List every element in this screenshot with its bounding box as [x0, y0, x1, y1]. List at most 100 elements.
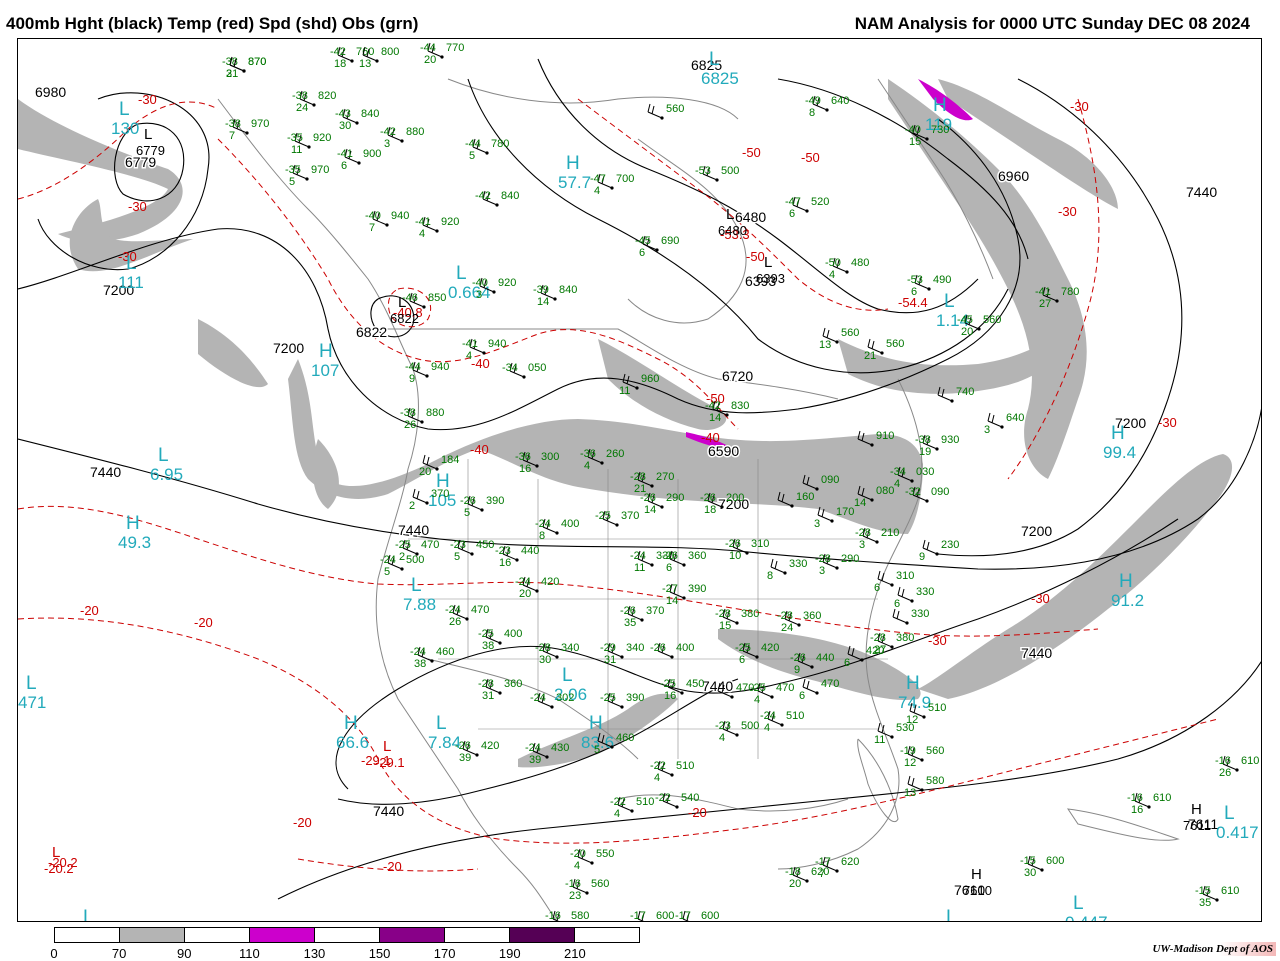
station-plot: -22 510 4 [610, 796, 654, 820]
station-dewpoint-depression: 8 [767, 570, 773, 582]
station-plot: -35 920 11 [287, 132, 331, 156]
station-plot: -24 510 4 [760, 710, 804, 734]
station-dewpoint-depression: 9 [919, 551, 925, 563]
station-temperature: -24 [535, 518, 551, 530]
center-letter: L [946, 907, 957, 922]
center-letter: L [944, 291, 955, 312]
station-height: 290 [841, 553, 859, 565]
station-plot: -44 940 9 [405, 361, 449, 385]
station-plot: -47 700 4 [590, 173, 634, 197]
station-temperature: -16 [1127, 792, 1143, 804]
map-canvas[interactable]: 6980677972007200682274407440648063936720… [18, 39, 1262, 922]
center-value: 107 [311, 361, 339, 380]
center-value: 471 [18, 693, 46, 712]
station-height: 310 [751, 538, 769, 550]
temperature-label: -30 [128, 199, 147, 214]
station-height: 440 [816, 652, 834, 664]
station-height: 080 [876, 485, 894, 497]
station-dewpoint-depression: 6 [739, 654, 745, 666]
station-plot: -24 400 8 [535, 518, 579, 542]
station-dewpoint-depression: 6 [341, 160, 347, 172]
station-temperature: -28 [870, 632, 886, 644]
station-height: 920 [441, 216, 459, 228]
station-plot: -15 600 30 [1020, 855, 1064, 879]
station-height: 930 [941, 434, 959, 446]
station-temperature: -26 [790, 652, 806, 664]
station-plot: -41 900 6 [337, 148, 381, 172]
low-center: L6779 [136, 126, 165, 158]
station-height: 360 [504, 678, 522, 690]
station-temperature: -40 [472, 277, 488, 289]
station-dewpoint-depression: 20 [419, 466, 431, 478]
station-dewpoint-depression: 8 [809, 107, 815, 119]
station-dewpoint-depression: 9 [794, 664, 800, 676]
station-height: 600 [701, 910, 719, 922]
height-label: 7440 [373, 803, 404, 819]
station-dewpoint-depression: 3 [819, 565, 825, 577]
center-value: 6393 [756, 271, 785, 286]
station-height: 550 [596, 848, 614, 860]
height-label: 7440 [1021, 645, 1052, 661]
temperature-label: -40 [470, 442, 489, 457]
temperature-label: -40 [471, 356, 490, 371]
height-label: 7440 [90, 464, 121, 480]
colorbar-segment [250, 928, 315, 942]
station-height: 370 [646, 605, 664, 617]
station-temperature: -38 [292, 90, 308, 102]
station-temperature: -43 [335, 108, 351, 120]
station-plot: -44 780 5 [465, 138, 509, 162]
height-contour-7680 [277, 661, 1261, 900]
station-temperature: -25 [660, 678, 676, 690]
center-letter: L [1073, 893, 1084, 914]
colorbar-segment [185, 928, 250, 942]
station-dewpoint-depression: 9 [409, 373, 415, 385]
station-height: 870 [248, 56, 266, 68]
station-height: 560 [983, 314, 1001, 326]
station-temperature: -26 [460, 495, 476, 507]
station-height: 170 [836, 506, 854, 518]
center-letter: H [319, 341, 333, 362]
station-plot: -16 610 26 [1215, 755, 1259, 779]
station-temperature: -24 [445, 604, 461, 616]
station-temperature: -23 [495, 545, 511, 557]
station-height: 460 [616, 732, 634, 744]
station-plot: 530 11 [874, 722, 914, 746]
center-letter: L [764, 254, 772, 271]
station-temperature: -23 [715, 720, 731, 732]
station-temperature: -24 [410, 646, 426, 658]
weather-map[interactable]: 6980 6779 7200 7200 6822 7440 7440 6480 6393 6720… [17, 38, 1262, 922]
station-temperature: -26 [662, 550, 678, 562]
station-plot: 640 3 [984, 412, 1024, 436]
station-temperature: -32 [905, 486, 921, 498]
station-temperature: -22 [655, 792, 671, 804]
center-value: 6480 [718, 223, 747, 238]
colorbar-segment [315, 928, 380, 942]
station-height: 700 [616, 173, 634, 185]
colorbar-segment [380, 928, 445, 942]
station-temperature: -22 [650, 760, 666, 772]
station-plot: -53 500 [695, 165, 739, 182]
jet-shade-nw-coast [198, 319, 268, 388]
station-dewpoint-depression: 23 [569, 890, 581, 902]
colorbar-tick-label: 90 [176, 946, 192, 961]
low-center: L130 [111, 99, 139, 138]
station-height: 450 [476, 539, 494, 551]
station-temperature: -38 [400, 407, 416, 419]
station-height: 500 [721, 165, 739, 177]
station-height: 210 [881, 527, 899, 539]
station-dewpoint-depression: 20 [961, 326, 973, 338]
station-height: 580 [926, 775, 944, 787]
station-temperature: -44 [465, 138, 481, 150]
station-dewpoint-depression: 24 [781, 622, 793, 634]
station-plot: -24 420 20 [515, 576, 559, 600]
station-height: 560 [886, 338, 904, 350]
station-temperature: -17 [815, 856, 831, 868]
station-temperature: -26 [725, 538, 741, 550]
station-height: 610 [1221, 885, 1239, 897]
station-temperature: -25 [600, 692, 616, 704]
station-plot: -23 440 16 [495, 545, 539, 569]
station-temperature: -41 [415, 216, 431, 228]
station-dewpoint-depression: 3 [476, 289, 482, 301]
height-label: 6720 [722, 368, 753, 384]
temperature-label: -40 [701, 430, 720, 445]
